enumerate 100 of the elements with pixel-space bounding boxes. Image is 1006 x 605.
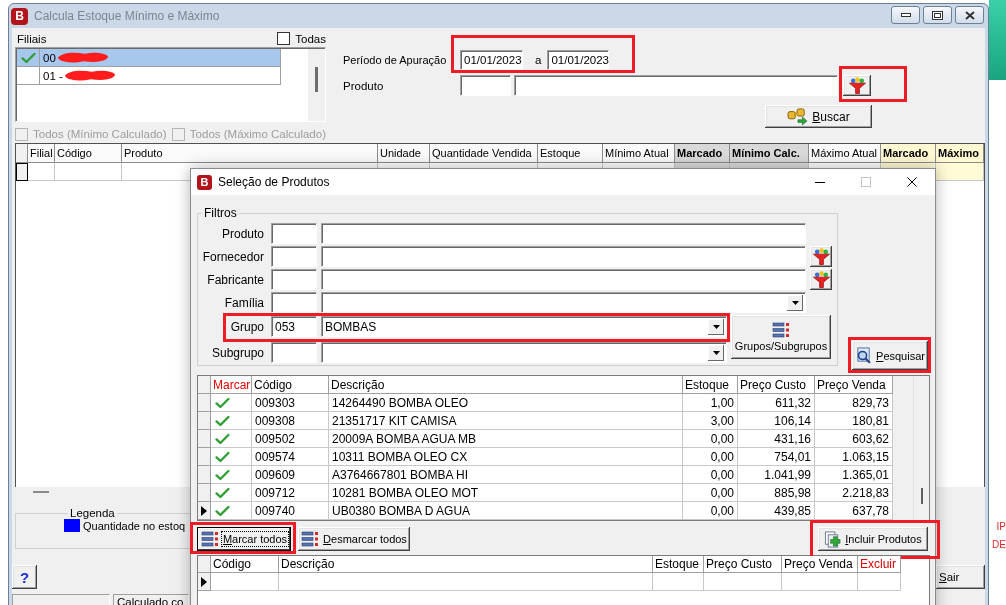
mark-cell[interactable] [211,502,252,520]
table-cell: 0,00 [683,430,738,448]
dropdown-button[interactable] [787,294,803,311]
description-field[interactable] [514,75,838,96]
table-cell: 1,00 [683,394,738,412]
mark-cell[interactable] [211,484,252,502]
column-header: Preço Venda [815,376,893,394]
table-cell: UB0380 BOMBA D AGUA [329,502,683,520]
dropdown-field[interactable] [321,292,806,313]
table-cell: 3,00 [683,412,738,430]
legend-text: Quantidade no estoq [83,519,186,532]
search-button[interactable]: Buscar [765,105,872,128]
column-header: Filial [28,144,55,163]
mark-all-button[interactable]: Marcar todos [197,527,291,551]
field-label: Produto [220,226,264,241]
table-cell [936,163,984,181]
column-header: Produto [122,144,378,163]
minimize-button[interactable] [891,6,920,24]
maximize-icon [861,177,871,187]
checkbox[interactable] [277,32,291,45]
table-cell: A3764667801 BOMBA HI [329,466,683,484]
dropdown-button[interactable] [708,318,724,335]
binoculars-icon [787,107,809,126]
scroll-thumb[interactable] [920,488,923,504]
row-indicator[interactable] [16,163,28,181]
column-header: Máximo [936,144,984,163]
branches-label: Filiais [17,32,47,45]
row-pointer-icon [201,505,207,516]
lookup-button[interactable] [810,269,832,290]
field-label: Família [223,295,264,310]
code-field[interactable] [271,223,317,244]
date-field[interactable]: 01/01/2023 [460,50,523,70]
table-cell: 431,16 [738,430,815,448]
close-button[interactable] [955,6,984,24]
mark-cell[interactable] [211,412,252,430]
checkbox-label: Todos (Mínimo Calculado) [33,128,167,140]
field-label: Fornecedor [201,249,264,264]
help-button[interactable]: ? [12,565,37,589]
check-icon [215,486,230,499]
table-cell: 0,00 [683,502,738,520]
maximize-button[interactable] [923,6,952,24]
table-cell: 14264490 BOMBA OLEO [329,394,683,412]
table-cell: 009712 [252,484,329,502]
column-header: Marcar [211,376,252,394]
table-cell: 10281 BOMBA OLEO MOT [329,484,683,502]
check-icon [215,504,230,517]
minimize-icon [900,13,911,17]
code-field[interactable] [271,292,317,313]
table-cell: 009740 [252,502,329,520]
table-cell: 611,32 [738,394,815,412]
groups-button[interactable]: Grupos/Subgrupos [731,315,831,359]
code-field[interactable] [271,342,317,363]
table-cell [653,573,704,591]
include-button[interactable]: Incluir Produtos [818,527,928,551]
group-title: Filtros [203,206,238,220]
lookup-button[interactable] [810,246,832,267]
branch-item[interactable]: 01 - [17,67,281,85]
description-field[interactable] [321,246,806,267]
search-button[interactable]: Pesquisar [852,341,928,370]
column-header: Descrição [279,556,653,573]
date-field[interactable]: 01/01/2023 [547,50,610,70]
table-cell [28,163,55,181]
mark-cell[interactable] [211,448,252,466]
check-icon [215,468,230,481]
caret-icon [791,300,799,305]
branch-item[interactable]: 00 [17,49,281,67]
dropdown-field[interactable] [321,342,727,363]
code-field[interactable] [271,246,317,267]
checkbox-label: Todas [295,32,326,45]
column-header: Quantidade Vendida [430,144,538,163]
mark-cell[interactable] [211,394,252,412]
lookup-button[interactable] [843,75,871,96]
code-field[interactable]: 053 [271,316,317,337]
header-corner [16,144,28,163]
row-indicator[interactable] [198,502,211,520]
field-label: Grupo [229,319,264,334]
table-cell: 21351717 KIT CAMISA [329,412,683,430]
branch-code: 01 - [43,69,63,82]
code-field[interactable] [271,269,317,290]
column-header: Estoque [653,556,704,573]
row-indicator[interactable] [198,573,211,591]
scroll-thumb[interactable] [315,67,318,92]
exit-button[interactable]: Sair [936,565,985,589]
table-cell: 2.218,83 [815,484,893,502]
maximize-icon [932,10,943,20]
dropdown-button[interactable] [708,344,724,361]
minimize-icon [815,181,825,183]
mark-cell[interactable] [211,466,252,484]
description-field[interactable] [321,269,806,290]
background-text: IP [996,520,1006,534]
mark-cell[interactable] [211,430,252,448]
dropdown-field[interactable]: BOMBAS [321,316,727,337]
column-header: Excluir [858,556,901,573]
row-pointer-icon [201,576,207,587]
checkbox-label: Todos (Máximo Calculado) [189,128,326,140]
code-field[interactable] [460,75,511,96]
unmark-all-button[interactable]: Desmarcar todos [298,527,410,551]
description-field[interactable] [321,223,806,244]
table-cell: 1.041,99 [738,466,815,484]
legend-title: Legenda [69,507,116,519]
